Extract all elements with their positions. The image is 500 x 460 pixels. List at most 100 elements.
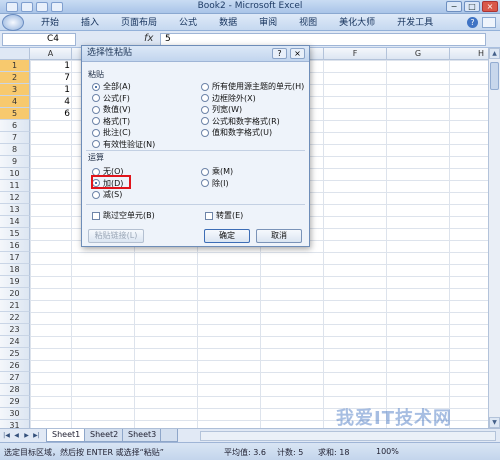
office-button[interactable] [2, 14, 24, 31]
row-header-13[interactable]: 13 [0, 204, 30, 216]
minimize-button[interactable]: − [446, 1, 462, 12]
radio-icon [92, 82, 100, 91]
row-header-12[interactable]: 12 [0, 192, 30, 204]
last-sheet-icon[interactable]: ▶| [32, 431, 41, 440]
operation-alt-radio-1[interactable]: 除(I) [201, 178, 229, 189]
radio-icon [92, 94, 100, 102]
paste-radio-0[interactable]: 全部(A) [92, 81, 131, 92]
row-header-10[interactable]: 10 [0, 168, 30, 180]
tab-developer[interactable]: 开发工具 [386, 17, 444, 30]
row-header-9[interactable]: 9 [0, 156, 30, 168]
row-header-8[interactable]: 8 [0, 144, 30, 156]
ok-button[interactable]: 确定 [204, 229, 250, 243]
row-header-4[interactable]: 4 [0, 96, 30, 108]
tab-view[interactable]: 视图 [288, 17, 328, 30]
paste-alt-radio-1[interactable]: 边框除外(X) [201, 93, 256, 104]
skip-blanks-checkbox[interactable]: 跳过空单元(B) [92, 210, 155, 221]
help-icon[interactable]: ? [467, 17, 478, 28]
operation-radio-2[interactable]: 减(S) [92, 189, 122, 200]
column-header-f[interactable]: F [324, 48, 387, 60]
row-header-16[interactable]: 16 [0, 240, 30, 252]
paste-radio-3[interactable]: 格式(T) [92, 116, 130, 127]
column-header-a[interactable]: A [30, 48, 72, 60]
radio-label: 列宽(W) [212, 105, 243, 114]
status-zoom[interactable]: 100% [376, 447, 399, 456]
paste-radio-2[interactable]: 数值(V) [92, 104, 131, 115]
row-header-6[interactable]: 6 [0, 120, 30, 132]
cancel-button[interactable]: 取消 [256, 229, 302, 243]
cell-a4[interactable]: 4 [30, 96, 70, 108]
paste-link-button[interactable]: 粘贴链接(L) [88, 229, 144, 243]
row-header-30[interactable]: 30 [0, 408, 30, 420]
row-header-20[interactable]: 20 [0, 288, 30, 300]
paste-alt-radio-3[interactable]: 公式和数字格式(R) [201, 116, 280, 127]
row-header-26[interactable]: 26 [0, 360, 30, 372]
radio-label: 格式(T) [103, 116, 131, 126]
first-sheet-icon[interactable]: |◀ [2, 431, 11, 440]
row-header-7[interactable]: 7 [0, 132, 30, 144]
dialog-help-icon[interactable]: ? [272, 48, 287, 59]
prev-sheet-icon[interactable]: ◀ [12, 431, 21, 440]
cell-a5[interactable]: 6 [30, 108, 70, 120]
row-header-21[interactable]: 21 [0, 300, 30, 312]
row-header-5[interactable]: 5 [0, 108, 30, 120]
row-header-24[interactable]: 24 [0, 336, 30, 348]
horizontal-scrollbar[interactable] [200, 431, 496, 441]
row-header-17[interactable]: 17 [0, 252, 30, 264]
paste-radio-5[interactable]: 有效性验证(N) [92, 139, 155, 150]
tab-insert[interactable]: 插入 [70, 17, 110, 30]
scroll-down-icon[interactable]: ▼ [489, 417, 500, 428]
row-header-2[interactable]: 2 [0, 72, 30, 84]
dialog-close-icon[interactable]: × [290, 48, 305, 59]
column-gridline [71, 60, 72, 428]
row-header-14[interactable]: 14 [0, 216, 30, 228]
row-header-3[interactable]: 3 [0, 84, 30, 96]
row-header-27[interactable]: 27 [0, 372, 30, 384]
scroll-up-icon[interactable]: ▲ [489, 48, 500, 59]
name-box[interactable]: C4 [2, 33, 76, 46]
paste-alt-radio-0[interactable]: 所有使用源主题的单元(H) [201, 81, 304, 92]
row-header-18[interactable]: 18 [0, 264, 30, 276]
ribbon-minimize-icon[interactable] [482, 17, 496, 28]
row-header-28[interactable]: 28 [0, 384, 30, 396]
paste-radio-1[interactable]: 公式(F) [92, 93, 130, 104]
row-header-22[interactable]: 22 [0, 312, 30, 324]
tab-data[interactable]: 数据 [208, 17, 248, 30]
sheet-tab-2[interactable]: Sheet2 [84, 429, 125, 442]
paste-alt-radio-2[interactable]: 列宽(W) [201, 104, 242, 115]
tab-formulas[interactable]: 公式 [168, 17, 208, 30]
row-header-31[interactable]: 31 [0, 420, 30, 428]
next-sheet-icon[interactable]: ▶ [22, 431, 31, 440]
close-button[interactable]: × [482, 1, 498, 12]
watermark-logo: 我爱IT技术网 [336, 408, 452, 429]
tab-review[interactable]: 审阅 [248, 17, 288, 30]
tab-beautify[interactable]: 美化大师 [328, 17, 386, 30]
row-header-23[interactable]: 23 [0, 324, 30, 336]
sheet-tab-3[interactable]: Sheet3 [122, 429, 163, 442]
tab-home[interactable]: 开始 [30, 17, 70, 30]
column-header-h[interactable]: H [450, 48, 488, 60]
column-header-g[interactable]: G [387, 48, 450, 60]
sheet-tab-1[interactable]: Sheet1 [46, 429, 87, 442]
tab-page-layout[interactable]: 页面布局 [110, 17, 168, 30]
cell-a1[interactable]: 1 [30, 60, 70, 72]
vertical-scrollbar[interactable]: ▲ ▼ [488, 48, 500, 428]
row-header-15[interactable]: 15 [0, 228, 30, 240]
row-header-19[interactable]: 19 [0, 276, 30, 288]
paste-alt-radio-4[interactable]: 值和数字格式(U) [201, 127, 272, 138]
cell-a3[interactable]: 1 [30, 84, 70, 96]
transpose-checkbox[interactable]: 转置(E) [205, 210, 243, 221]
row-header-11[interactable]: 11 [0, 180, 30, 192]
cell-a2[interactable]: 7 [30, 72, 70, 84]
operation-alt-radio-0[interactable]: 乘(M) [201, 166, 233, 177]
select-all-corner[interactable] [0, 48, 30, 60]
scroll-thumb[interactable] [490, 62, 499, 90]
row-header-25[interactable]: 25 [0, 348, 30, 360]
row-header-29[interactable]: 29 [0, 396, 30, 408]
status-average: 平均值: 3.6 [224, 448, 266, 457]
paste-radio-4[interactable]: 批注(C) [92, 127, 131, 138]
new-sheet-icon[interactable] [160, 429, 178, 442]
maximize-button[interactable]: □ [464, 1, 480, 12]
fx-icon[interactable]: fx [144, 33, 153, 44]
row-header-1[interactable]: 1 [0, 60, 30, 72]
